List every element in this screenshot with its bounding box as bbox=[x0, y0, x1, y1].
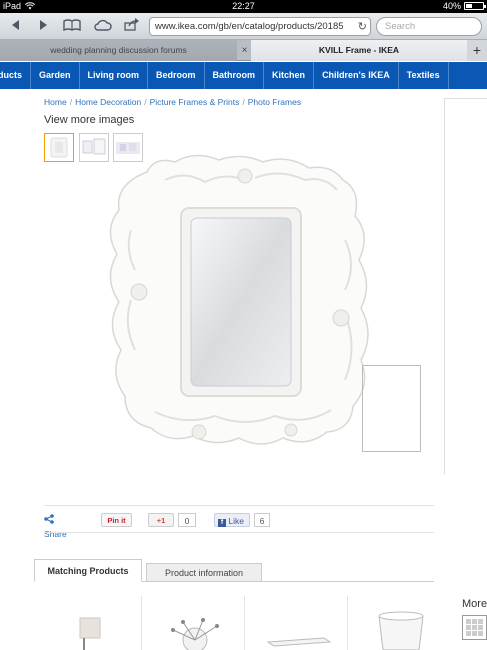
tab-kvill-frame[interactable]: KVILL Frame - IKEA bbox=[251, 40, 467, 61]
tab-matching-products[interactable]: Matching Products bbox=[34, 559, 142, 582]
breadcrumb-separator: / bbox=[69, 97, 73, 107]
tab-wedding-forums[interactable]: wedding planning discussion forums bbox=[0, 40, 237, 61]
book-icon bbox=[63, 19, 81, 32]
browser-toolbar: www.ikea.com/gb/en/catalog/products/2018… bbox=[0, 13, 487, 40]
lamp-image bbox=[79, 617, 101, 650]
product-image bbox=[109, 154, 369, 445]
battery-level bbox=[466, 4, 472, 8]
nav-item-garden[interactable]: Garden bbox=[31, 62, 80, 89]
hook-rack-image bbox=[171, 618, 219, 650]
breadcrumb: Home / Home Decoration / Picture Frames & Pr… bbox=[44, 97, 301, 107]
product-details-panel bbox=[444, 98, 487, 474]
matching-products-list bbox=[40, 596, 450, 650]
nav-item-bathroom[interactable]: Bathroom bbox=[205, 62, 265, 89]
category-nav: ducts Garden Living room Bedroom Bathroo… bbox=[0, 62, 487, 89]
reload-icon[interactable]: ↻ bbox=[358, 20, 367, 33]
bin-image bbox=[378, 611, 424, 650]
clock: 22:27 bbox=[232, 1, 255, 11]
facebook-like-button[interactable]: f Like bbox=[214, 513, 250, 527]
search-input[interactable]: Search bbox=[376, 17, 482, 36]
forward-button[interactable] bbox=[33, 17, 53, 35]
view-more-images-heading: View more images bbox=[44, 114, 135, 126]
list-item[interactable] bbox=[143, 596, 245, 650]
gallery-thumbnail[interactable] bbox=[44, 133, 74, 162]
nav-item-bedroom[interactable]: Bedroom bbox=[148, 62, 205, 89]
list-item[interactable] bbox=[246, 596, 348, 650]
back-button[interactable] bbox=[6, 17, 26, 35]
share-icon bbox=[44, 514, 54, 524]
facebook-like-count: 6 bbox=[254, 513, 270, 527]
google-plus-button[interactable]: +1 bbox=[148, 513, 174, 527]
divider bbox=[44, 532, 434, 533]
breadcrumb-photo-frames[interactable]: Photo Frames bbox=[248, 97, 301, 107]
share-arrow-icon bbox=[124, 18, 139, 31]
google-plus-label: +1 bbox=[156, 516, 166, 525]
nav-item-kitchen[interactable]: Kitchen bbox=[264, 62, 315, 89]
status-right: 40% bbox=[442, 1, 486, 11]
product-tabs: Matching Products Product information bbox=[34, 559, 434, 582]
grid-icon bbox=[466, 619, 483, 636]
like-label: Like bbox=[228, 516, 244, 526]
close-tab-icon[interactable]: × bbox=[238, 40, 251, 61]
divider bbox=[44, 505, 434, 506]
shelf-image bbox=[266, 637, 332, 647]
battery-icon bbox=[464, 2, 486, 10]
url-field[interactable]: www.ikea.com/gb/en/catalog/products/2018… bbox=[149, 17, 371, 36]
forward-arrow-icon bbox=[40, 20, 47, 30]
nav-item-products[interactable]: ducts bbox=[0, 62, 32, 89]
url-text: www.ikea.com/gb/en/catalog/products/2018… bbox=[155, 21, 344, 32]
nav-item-childrens-ikea[interactable]: Children's IKEA bbox=[314, 62, 399, 89]
breadcrumb-home-decoration[interactable]: Home Decoration bbox=[75, 97, 141, 107]
frame-back-thumbnail[interactable] bbox=[362, 365, 421, 452]
breadcrumb-separator: / bbox=[242, 97, 245, 107]
breadcrumb-home[interactable]: Home bbox=[44, 97, 67, 107]
new-tab-button[interactable]: + bbox=[467, 40, 487, 61]
more-heading: More bbox=[462, 598, 487, 610]
battery-percent: 40% bbox=[442, 1, 461, 11]
share-action-button[interactable] bbox=[122, 17, 142, 35]
list-item[interactable] bbox=[349, 596, 449, 650]
bookmarks-button[interactable] bbox=[62, 17, 82, 35]
breadcrumb-picture-frames[interactable]: Picture Frames & Prints bbox=[150, 97, 240, 107]
google-plus-count: 0 bbox=[178, 513, 196, 527]
tab-bar: wedding planning discussion forums × KVI… bbox=[0, 40, 487, 61]
cloud-icon bbox=[94, 19, 112, 31]
list-item[interactable] bbox=[40, 596, 142, 650]
icloud-tabs-button[interactable] bbox=[93, 17, 113, 35]
facebook-icon: f bbox=[218, 519, 226, 527]
nav-item-living-room[interactable]: Living room bbox=[80, 62, 149, 89]
status-bar: iPad 22:27 40% bbox=[0, 0, 487, 13]
share-link[interactable]: Share bbox=[44, 513, 67, 539]
tab-product-information[interactable]: Product information bbox=[146, 563, 262, 582]
share-label: Share bbox=[44, 529, 67, 539]
nav-item-textiles[interactable]: Textiles bbox=[399, 62, 449, 89]
breadcrumb-separator: / bbox=[144, 97, 147, 107]
back-arrow-icon bbox=[12, 20, 19, 30]
more-products-thumbnail[interactable] bbox=[462, 615, 487, 640]
pin-it-button[interactable]: Pin it bbox=[101, 513, 132, 527]
